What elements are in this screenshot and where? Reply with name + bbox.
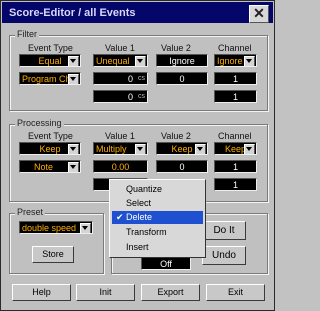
processing-value1-mode-value: Multiply xyxy=(96,144,127,154)
filter-header-channel: Channel xyxy=(218,43,252,53)
filter-channel-range-number: 1 xyxy=(232,92,238,102)
score-editor-window: Score-Editor / all Events ✕ Filter Event… xyxy=(0,0,275,311)
filter-channel-range-field[interactable]: 1 xyxy=(214,90,257,103)
close-button[interactable]: ✕ xyxy=(249,5,269,23)
processing-channel-field[interactable]: 1 xyxy=(214,160,257,173)
undo-button[interactable]: Undo xyxy=(202,246,246,265)
processing-event-type-value-text: Note xyxy=(34,162,54,172)
dropdown-arrow-icon xyxy=(195,144,206,154)
checkmark-icon: ✔ xyxy=(116,212,124,222)
window-title: Score-Editor / all Events xyxy=(9,7,136,19)
menu-item-select[interactable]: Select xyxy=(112,197,203,210)
help-button[interactable]: Help xyxy=(12,284,71,301)
dropdown-arrow-icon xyxy=(68,74,79,84)
filter-value1-range-field[interactable]: 0 cs xyxy=(93,90,148,103)
filter-value2-condition-value: Ignore xyxy=(169,56,195,66)
processing-event-type-value[interactable]: Note xyxy=(19,160,81,173)
processing-value1-field[interactable]: 0.00 xyxy=(93,160,148,173)
filter-value2-field[interactable]: 0 xyxy=(156,72,208,85)
filter-channel-field[interactable]: 1 xyxy=(214,72,257,85)
filter-value1-field[interactable]: 0 cs xyxy=(93,72,148,85)
dropdown-arrow-icon xyxy=(135,56,146,66)
filter-header-value-2: Value 2 xyxy=(161,43,191,53)
menu-item-insert-label: Insert xyxy=(126,242,149,252)
menu-item-transform[interactable]: Transform xyxy=(112,226,203,239)
menu-item-insert[interactable]: Insert xyxy=(112,241,203,254)
processing-event-type-mode-value: Keep xyxy=(39,144,61,154)
processing-header-value-2: Value 2 xyxy=(161,131,191,141)
filter-event-type-condition[interactable]: Equal xyxy=(19,54,81,67)
processing-label: Processing xyxy=(15,118,64,128)
filter-label: Filter xyxy=(15,29,39,39)
filter-header-event-type: Event Type xyxy=(28,43,73,53)
init-button[interactable]: Init xyxy=(76,284,135,301)
processing-header-value-1: Value 1 xyxy=(105,131,135,141)
processing-channel-range-field[interactable]: 1 xyxy=(214,178,257,191)
menu-item-delete[interactable]: ✔ Delete xyxy=(112,211,203,224)
dropdown-arrow-icon xyxy=(244,56,255,66)
dropdown-arrow-icon xyxy=(244,144,255,154)
preset-selected-value: double speed xyxy=(22,223,77,233)
preset-select[interactable]: double speed xyxy=(19,221,93,234)
processing-value1-mode[interactable]: Multiply xyxy=(93,142,148,155)
filter-event-type-value[interactable]: Program Char xyxy=(19,72,81,85)
dropdown-arrow-icon xyxy=(68,144,79,154)
function-partial-field[interactable]: Off xyxy=(141,257,191,270)
processing-value2-number: 0 xyxy=(179,162,185,172)
processing-header-channel: Channel xyxy=(218,131,252,141)
dropdown-arrow-icon xyxy=(68,56,79,66)
do-it-button[interactable]: Do It xyxy=(202,221,246,240)
filter-value1-condition-value: Unequal xyxy=(96,56,130,66)
processing-channel-mode[interactable]: Keep xyxy=(214,142,257,155)
filter-value2-condition[interactable]: Ignore xyxy=(156,54,208,67)
filter-value1-range-unit: cs xyxy=(138,93,145,100)
filter-channel-number: 1 xyxy=(232,74,238,84)
filter-event-type-condition-value: Equal xyxy=(38,56,62,66)
dropdown-arrow-icon xyxy=(135,144,146,154)
store-button[interactable]: Store xyxy=(32,246,74,263)
dropdown-arrow-icon xyxy=(80,223,91,233)
menu-item-delete-label: Delete xyxy=(126,212,153,222)
filter-header-value-1: Value 1 xyxy=(105,43,135,53)
processing-channel-number: 1 xyxy=(232,162,238,172)
preset-label: Preset xyxy=(15,207,46,217)
processing-value2-field[interactable]: 0 xyxy=(156,160,208,173)
processing-event-type-mode[interactable]: Keep xyxy=(19,142,81,155)
processing-value1-number: 0.00 xyxy=(111,162,130,172)
processing-value2-mode[interactable]: Keep xyxy=(156,142,208,155)
menu-item-quantize-label: Quantize xyxy=(126,184,163,194)
title-bar[interactable]: Score-Editor / all Events ✕ xyxy=(2,2,273,23)
filter-value1-unit: cs xyxy=(138,75,145,82)
filter-channel-condition-value: Ignore xyxy=(217,56,243,66)
filter-value2-number: 0 xyxy=(179,74,185,84)
dropdown-arrow-icon xyxy=(68,162,79,172)
processing-channel-mode-value: Keep xyxy=(224,144,247,154)
filter-value1-range-number: 0 xyxy=(127,92,133,102)
exit-button[interactable]: Exit xyxy=(206,284,265,301)
menu-item-select-label: Select xyxy=(126,198,152,208)
filter-channel-condition[interactable]: Ignore xyxy=(214,54,257,67)
filter-value1-number: 0 xyxy=(127,74,133,84)
processing-value2-mode-value: Keep xyxy=(171,144,193,154)
processing-channel-range-number: 1 xyxy=(232,180,238,190)
export-button[interactable]: Export xyxy=(141,284,200,301)
menu-item-transform-label: Transform xyxy=(126,227,167,237)
processing-header-event-type: Event Type xyxy=(28,131,73,141)
filter-value1-condition[interactable]: Unequal xyxy=(93,54,148,67)
menu-item-quantize[interactable]: Quantize xyxy=(112,183,203,196)
function-popup-menu: Quantize Select ✔ Delete Transform Inser… xyxy=(109,179,206,258)
function-partial-value: Off xyxy=(160,259,172,269)
